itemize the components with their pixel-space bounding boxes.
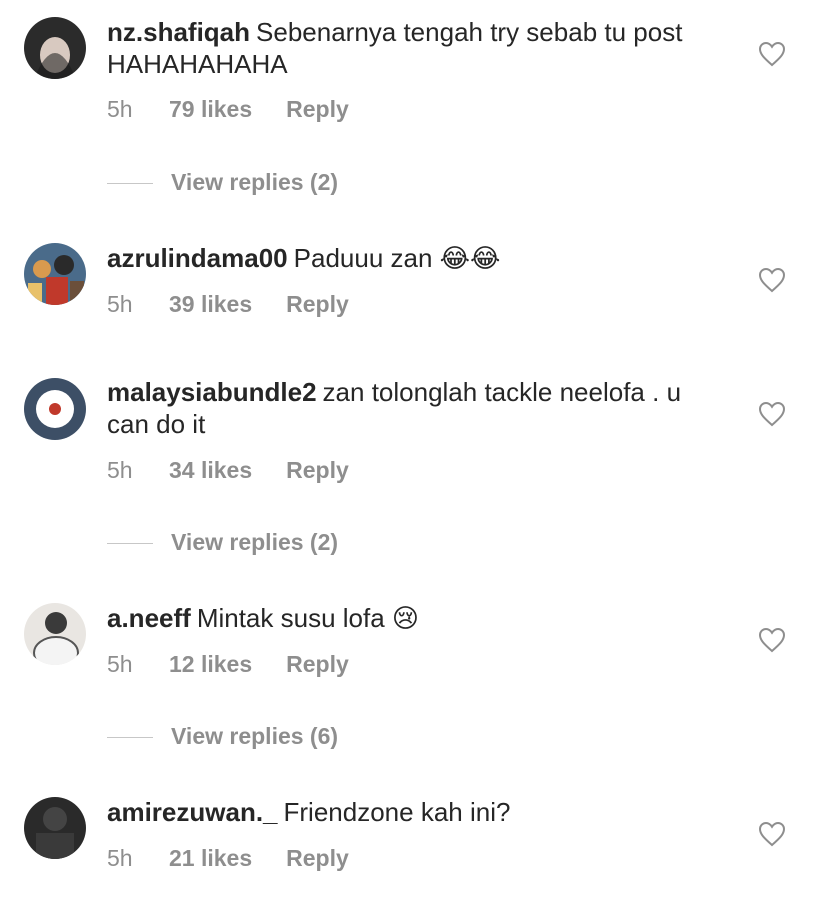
likes-count[interactable]: 12 likes bbox=[169, 651, 252, 678]
avatar[interactable] bbox=[24, 17, 86, 79]
comment-age: 5h bbox=[107, 291, 133, 317]
comment-age: 5h bbox=[107, 845, 133, 871]
view-replies-label: View replies (2) bbox=[171, 169, 339, 195]
comment-username[interactable]: amirezuwan._ bbox=[107, 797, 278, 827]
likes-count[interactable]: 39 likes bbox=[169, 291, 252, 318]
reply-button[interactable]: Reply bbox=[286, 291, 349, 317]
heart-icon[interactable] bbox=[758, 267, 786, 293]
comment-meta: 5h 79 likes Reply bbox=[107, 96, 349, 123]
avatar[interactable] bbox=[24, 603, 86, 665]
comment-text: amirezuwan._ Friendzone kah ini? bbox=[107, 796, 707, 828]
comment-meta: 5h 34 likes Reply bbox=[107, 457, 349, 484]
comment-meta: 5h 21 likes Reply bbox=[107, 845, 349, 872]
likes-count[interactable]: 79 likes bbox=[169, 96, 252, 123]
comment-text: nz.shafiqah Sebenarnya tengah try sebab t… bbox=[107, 16, 707, 80]
likes-count[interactable]: 21 likes bbox=[169, 845, 252, 872]
comment-age: 5h bbox=[107, 457, 133, 483]
comment-username[interactable]: malaysiabundle2 bbox=[107, 377, 317, 407]
view-replies-button[interactable]: View replies (2) bbox=[107, 529, 338, 556]
comment-meta: 5h 39 likes Reply bbox=[107, 291, 349, 318]
comment-body: Paduuu zan 😂😂 bbox=[293, 243, 501, 273]
comment-username[interactable]: azrulindama00 bbox=[107, 243, 288, 273]
reply-button[interactable]: Reply bbox=[286, 651, 349, 677]
comment-meta: 5h 12 likes Reply bbox=[107, 651, 349, 678]
avatar[interactable] bbox=[24, 243, 86, 305]
reply-button[interactable]: Reply bbox=[286, 845, 349, 871]
comment-username[interactable]: a.neeff bbox=[107, 603, 191, 633]
comment-body: Mintak susu lofa 😢 bbox=[196, 603, 420, 633]
view-replies-label: View replies (6) bbox=[171, 723, 339, 749]
comment-text: malaysiabundle2 zan tolonglah tackle neel… bbox=[107, 376, 707, 440]
comment-age: 5h bbox=[107, 96, 133, 122]
heart-icon[interactable] bbox=[758, 627, 786, 653]
divider-line bbox=[107, 183, 153, 185]
divider-line bbox=[107, 737, 153, 739]
avatar[interactable] bbox=[24, 797, 86, 859]
view-replies-button[interactable]: View replies (2) bbox=[107, 169, 338, 196]
heart-icon[interactable] bbox=[758, 401, 786, 427]
reply-button[interactable]: Reply bbox=[286, 457, 349, 483]
comment-text: a.neeff Mintak susu lofa 😢 bbox=[107, 602, 707, 634]
likes-count[interactable]: 34 likes bbox=[169, 457, 252, 484]
heart-icon[interactable] bbox=[758, 821, 786, 847]
heart-icon[interactable] bbox=[758, 41, 786, 67]
comment-body: Friendzone kah ini? bbox=[283, 797, 511, 827]
reply-button[interactable]: Reply bbox=[286, 96, 349, 122]
view-replies-button[interactable]: View replies (6) bbox=[107, 723, 338, 750]
comment-age: 5h bbox=[107, 651, 133, 677]
view-replies-label: View replies (2) bbox=[171, 529, 339, 555]
comment-username[interactable]: nz.shafiqah bbox=[107, 17, 250, 47]
avatar[interactable] bbox=[24, 378, 86, 440]
comment-text: azrulindama00 Paduuu zan 😂😂 bbox=[107, 242, 707, 274]
divider-line bbox=[107, 543, 153, 545]
